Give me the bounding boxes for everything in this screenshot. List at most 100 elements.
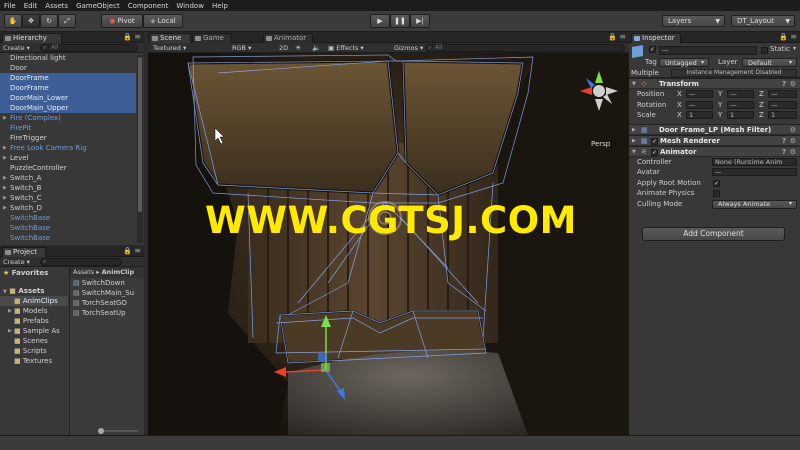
hand-tool-button[interactable]: ✋ (4, 14, 22, 28)
hierarchy-item[interactable]: Directional light (0, 53, 136, 63)
folder-item[interactable]: ■ Scenes (0, 336, 68, 346)
chevron-right-icon[interactable]: ▶ (8, 326, 12, 336)
layout-dropdown[interactable]: DT_Layout ▼ (731, 15, 795, 27)
hierarchy-item[interactable]: ▶ Level (0, 153, 136, 163)
panel-menu-icon[interactable]: ≡ (134, 32, 141, 41)
hierarchy-item[interactable]: ▶ Switch_C (0, 193, 136, 203)
lock-icon[interactable]: 🔒 (779, 33, 788, 41)
menu-assets[interactable]: Assets (45, 2, 68, 10)
gear-icon[interactable]: ⚙ (790, 136, 796, 146)
gear-icon[interactable]: ⚙ (790, 79, 796, 89)
2d-toggle[interactable]: 2D (279, 43, 288, 53)
folder-item[interactable]: ■ Prefabs (0, 316, 68, 326)
hierarchy-item[interactable]: DoorMain_Lower (0, 93, 136, 103)
menu-gameobject[interactable]: GameObject (76, 2, 120, 10)
tag-dropdown[interactable]: Untagged ▾ (659, 58, 709, 67)
breadcrumb-folder[interactable]: AnimClip (102, 268, 135, 276)
mesh-filter-header[interactable]: ▶ ▦ Door Frame_LP (Mesh Filter) ⚙ (629, 123, 800, 135)
position-y-field[interactable]: — (727, 90, 754, 98)
chevron-right-icon[interactable]: ▶ (3, 143, 7, 153)
avatar-field[interactable]: — (712, 168, 797, 176)
menu-file[interactable]: File (4, 2, 16, 10)
hierarchy-create-dropdown[interactable]: Create ▾ (3, 43, 30, 53)
chevron-right-icon[interactable]: ▶ (3, 203, 7, 213)
rotate-tool-button[interactable]: ↻ (40, 14, 58, 28)
folder-item[interactable]: ▶ ■ Models (0, 306, 68, 316)
animate-physics-checkbox[interactable] (713, 190, 720, 197)
static-checkbox[interactable] (761, 47, 768, 54)
rotation-y-field[interactable]: — (727, 100, 754, 109)
hierarchy-item[interactable]: ▶ Switch_B (0, 183, 136, 193)
hierarchy-item[interactable]: ▶ Switch_A (0, 173, 136, 183)
scale-z-field[interactable]: 1 (768, 111, 797, 119)
hierarchy-item[interactable]: Door (0, 63, 136, 73)
hierarchy-item[interactable]: FireTrigger (0, 133, 136, 143)
position-x-field[interactable]: — (686, 90, 713, 98)
tab-project[interactable]: Project (2, 247, 46, 257)
lock-icon[interactable]: 🔒 (123, 247, 132, 255)
rotation-z-field[interactable]: — (768, 100, 797, 109)
gear-icon[interactable]: ⚙ (790, 125, 796, 135)
asset-file-item[interactable]: ▤ SwitchMain_Su (70, 288, 144, 298)
project-create-dropdown[interactable]: Create ▾ (3, 257, 30, 267)
scale-y-field[interactable]: 1 (727, 111, 754, 119)
mesh-renderer-header[interactable]: ▶ ▦ ✓ Mesh Renderer ? ⚙ (629, 134, 800, 146)
panel-menu-icon[interactable]: ≡ (790, 32, 797, 41)
folder-item[interactable]: ■ Scripts (0, 346, 68, 356)
hierarchy-item[interactable]: PuzzleController (0, 163, 136, 173)
hierarchy-item[interactable]: SwitchBase (0, 213, 136, 223)
hierarchy-item[interactable]: DoorFrame (0, 73, 136, 83)
hierarchy-item[interactable]: ▶ Fire (Complex) (0, 113, 136, 123)
help-icon[interactable]: ? (782, 79, 786, 89)
controller-field[interactable]: None (Runtime Anim (712, 157, 797, 166)
layer-dropdown[interactable]: Default ▾ (742, 58, 797, 67)
chevron-right-icon[interactable]: ▶ (3, 113, 7, 123)
gizmos-dropdown[interactable]: Gizmos ▾ (394, 43, 423, 53)
help-icon[interactable]: ? (782, 147, 786, 157)
pause-button[interactable]: ❚❚ (390, 14, 410, 28)
rotation-x-field[interactable]: — (686, 100, 713, 109)
breadcrumb-assets[interactable]: Assets (73, 268, 94, 276)
asset-file-item[interactable]: ▤ TorchSeatGO (70, 298, 144, 308)
lighting-toggle[interactable]: ☀ (295, 43, 301, 53)
effects-dropdown[interactable]: ▣ Effects ▾ (328, 43, 364, 53)
local-toggle[interactable]: ◈ Local (143, 14, 183, 28)
project-search-input[interactable]: ⌕ (40, 258, 122, 266)
hierarchy-search-input[interactable]: ⌕ All (40, 44, 138, 52)
panel-menu-icon[interactable]: ≡ (619, 32, 626, 41)
hierarchy-item[interactable]: SwitchBase (0, 233, 136, 243)
assets-root-item[interactable]: ▼ ■ Assets (0, 286, 68, 296)
menu-help[interactable]: Help (212, 2, 228, 10)
culling-mode-dropdown[interactable]: Always Animate ▾ (712, 199, 797, 209)
hierarchy-scrollbar[interactable] (137, 55, 143, 243)
chevron-right-icon[interactable]: ▶ (3, 173, 7, 183)
scrollbar-thumb[interactable] (138, 57, 142, 212)
active-checkbox[interactable]: ✓ (649, 46, 656, 53)
move-tool-button[interactable]: ✥ (22, 14, 40, 28)
persp-label[interactable]: Persp (591, 140, 611, 148)
menu-edit[interactable]: Edit (24, 2, 38, 10)
tab-inspector[interactable]: Inspector (631, 33, 681, 43)
rgb-dropdown[interactable]: RGB ▾ (232, 43, 251, 53)
transform-header[interactable]: ▼ ⊹ Transform ? ⚙ (629, 78, 800, 89)
apply-root-motion-checkbox[interactable]: ✓ (713, 179, 720, 187)
folder-item[interactable]: ■ AnimClips (0, 296, 68, 306)
tab-hierarchy[interactable]: Hierarchy (2, 33, 62, 43)
lock-icon[interactable]: 🔒 (123, 33, 132, 41)
hierarchy-item[interactable]: SwitchBase (0, 223, 136, 233)
asset-file-item[interactable]: ▤ SwitchDown (70, 278, 144, 288)
help-icon[interactable]: ? (782, 136, 786, 146)
layers-dropdown[interactable]: Layers ▼ (662, 15, 725, 27)
mesh-renderer-enabled-checkbox[interactable]: ✓ (651, 137, 658, 145)
pivot-toggle[interactable]: ◉ Pivot (101, 14, 143, 28)
tab-game[interactable]: Game (192, 33, 232, 43)
chevron-down-icon[interactable]: ▾ (793, 45, 796, 52)
hierarchy-item[interactable]: FirePit (0, 123, 136, 133)
icon-size-slider[interactable] (98, 428, 138, 434)
object-name-field[interactable]: — (659, 46, 757, 55)
menu-window[interactable]: Window (176, 2, 204, 10)
menu-component[interactable]: Component (128, 2, 169, 10)
play-button[interactable]: ▶ (370, 14, 390, 28)
hierarchy-item[interactable]: ▶ Free Look Camera Rig (0, 143, 136, 153)
slider-thumb[interactable] (98, 428, 104, 434)
